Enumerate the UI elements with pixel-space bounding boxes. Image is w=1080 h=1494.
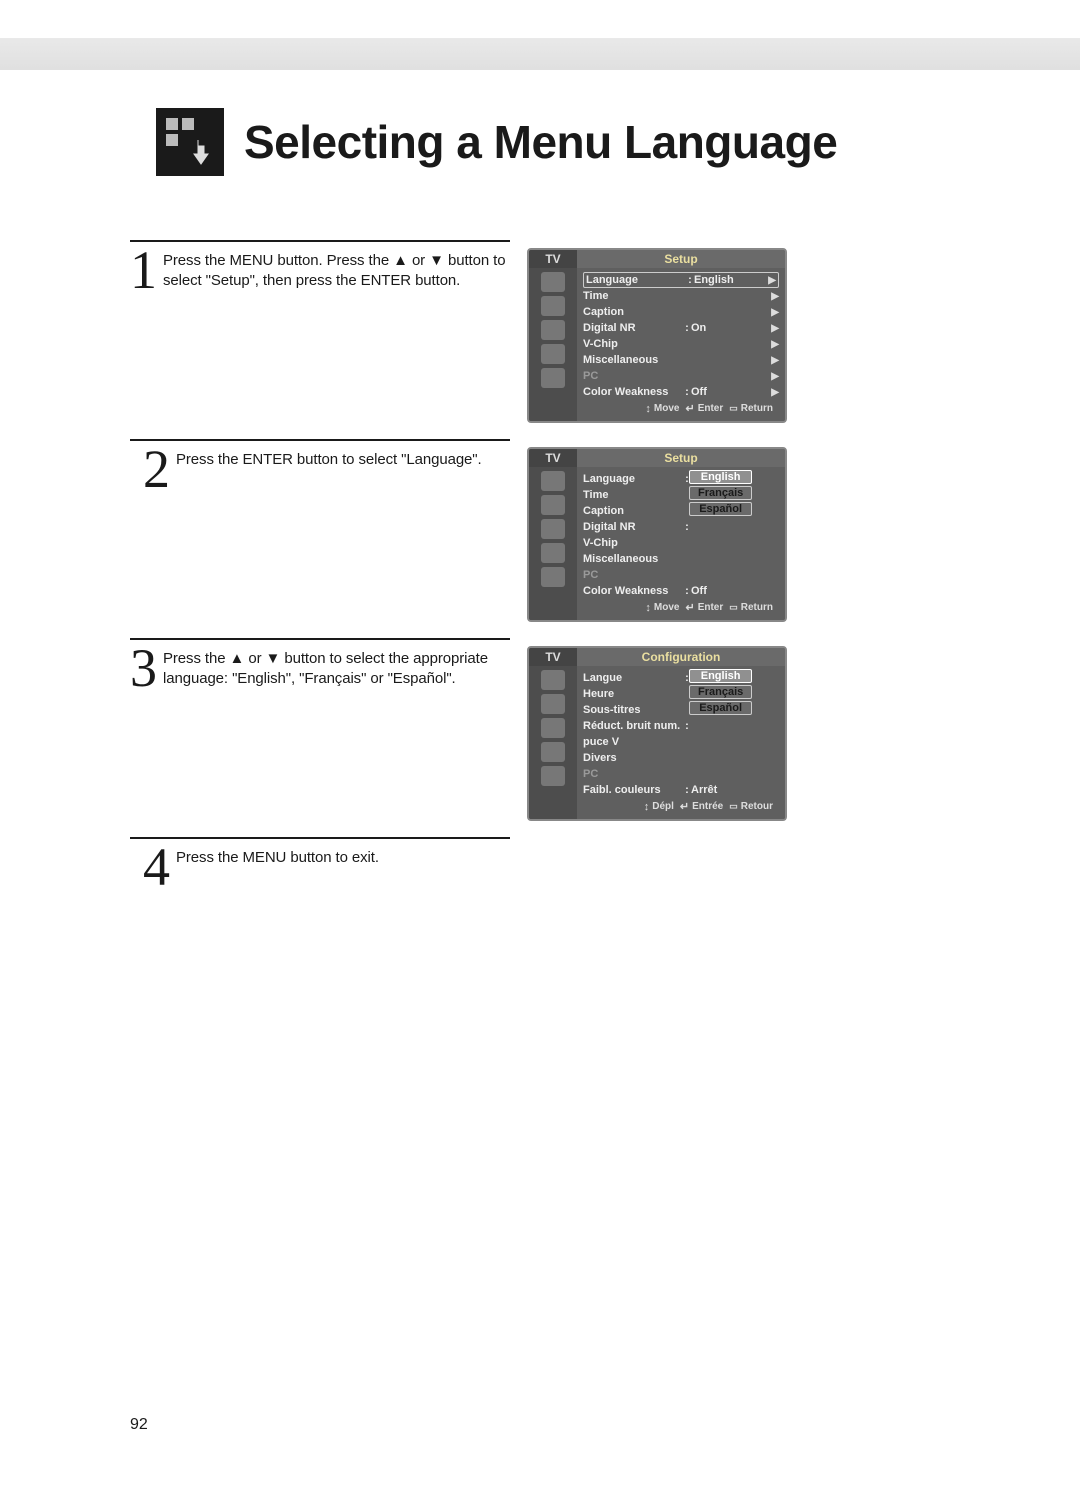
menu-item[interactable]: Heure [583,686,779,702]
menu-item-pc: PC▶ [583,368,779,384]
menu-item-pc: PC [583,766,779,782]
step-3: 3 Press the ▲ or ▼ button to select the … [130,638,960,821]
osd-tv-label: TV [529,648,577,666]
enter-hint: Entrée [680,800,723,813]
option-english[interactable]: English [689,669,752,683]
title-row: Selecting a Menu Language [0,70,1080,190]
osd-menu: Langue: English Français Español Heure S… [577,666,785,819]
menu-item-language[interactable]: Language: English▶ [583,272,779,288]
step-number: 4 [130,845,170,891]
step-text: Press the MENU button. Press the ▲ or ▼ … [163,248,515,292]
osd-title: Setup [577,449,785,467]
menu-hand-icon [156,108,224,176]
return-hint: Return [729,402,773,415]
content: 1 Press the MENU button. Press the ▲ or … [0,190,1080,903]
page-title: Selecting a Menu Language [244,115,837,169]
osd-tv-label: TV [529,449,577,467]
move-hint: Move [645,402,679,415]
menu-item[interactable]: Color Weakness:Off▶ [583,384,779,400]
osd-footer: Move Enter Return [583,599,779,618]
page-number: 92 [130,1416,148,1434]
step-number: 3 [130,646,157,692]
osd-screen-1: TV Setup Language: English▶ Time▶ [527,248,787,423]
enter-hint: Enter [685,402,723,415]
menu-item[interactable]: puce V [583,734,779,750]
page-inner: Selecting a Menu Language 1 Press the ME… [0,70,1080,1474]
menu-item[interactable]: Time [583,487,779,503]
osd-footer: Move Enter Return [583,400,779,419]
menu-item-pc: PC [583,567,779,583]
osd-title: Setup [577,250,785,268]
osd-menu: Language: English▶ Time▶ Caption▶ Digita… [577,268,785,421]
menu-item[interactable]: Divers [583,750,779,766]
menu-item[interactable]: Caption [583,503,779,519]
osd-menu: Language: English Français Español Time … [577,467,785,620]
step-4: 4 Press the MENU button to exit. [130,837,960,891]
step-number: 1 [130,248,157,294]
menu-item[interactable]: Miscellaneous [583,551,779,567]
option-english[interactable]: English [689,470,752,484]
move-hint: Dépl [644,800,674,813]
return-hint: Retour [729,800,773,813]
step-text: Press the ▲ or ▼ button to select the ap… [163,646,515,690]
menu-item[interactable]: Color Weakness:Off [583,583,779,599]
osd-screen-2: TV Setup Language: English [527,447,787,622]
menu-item[interactable]: Miscellaneous▶ [583,352,779,368]
menu-item[interactable]: V-Chip [583,535,779,551]
menu-item[interactable]: Digital NR:On▶ [583,320,779,336]
osd-tv-label: TV [529,250,577,268]
menu-item[interactable]: Caption▶ [583,304,779,320]
step-1: 1 Press the MENU button. Press the ▲ or … [130,240,960,423]
step-text: Press the MENU button to exit. [176,845,379,868]
menu-item[interactable]: V-Chip▶ [583,336,779,352]
osd-title: Configuration [577,648,785,666]
step-number: 2 [130,447,170,493]
enter-hint: Enter [685,601,723,614]
menu-item[interactable]: Faibl. couleurs:Arrêt [583,782,779,798]
menu-item[interactable]: Réduct. bruit num.: [583,718,779,734]
menu-item[interactable]: Digital NR: [583,519,779,535]
menu-item[interactable]: Time▶ [583,288,779,304]
osd-footer: Dépl Entrée Retour [583,798,779,817]
move-hint: Move [645,601,679,614]
step-text: Press the ENTER button to select "Langua… [176,447,482,470]
osd-screen-3: TV Configuration Langue: English Françai… [527,646,787,821]
osd-icon-column [529,666,577,819]
return-hint: Return [729,601,773,614]
step-2: 2 Press the ENTER button to select "Lang… [130,439,960,622]
menu-item[interactable]: Sous-titres [583,702,779,718]
osd-icon-column [529,467,577,620]
osd-icon-column [529,268,577,421]
